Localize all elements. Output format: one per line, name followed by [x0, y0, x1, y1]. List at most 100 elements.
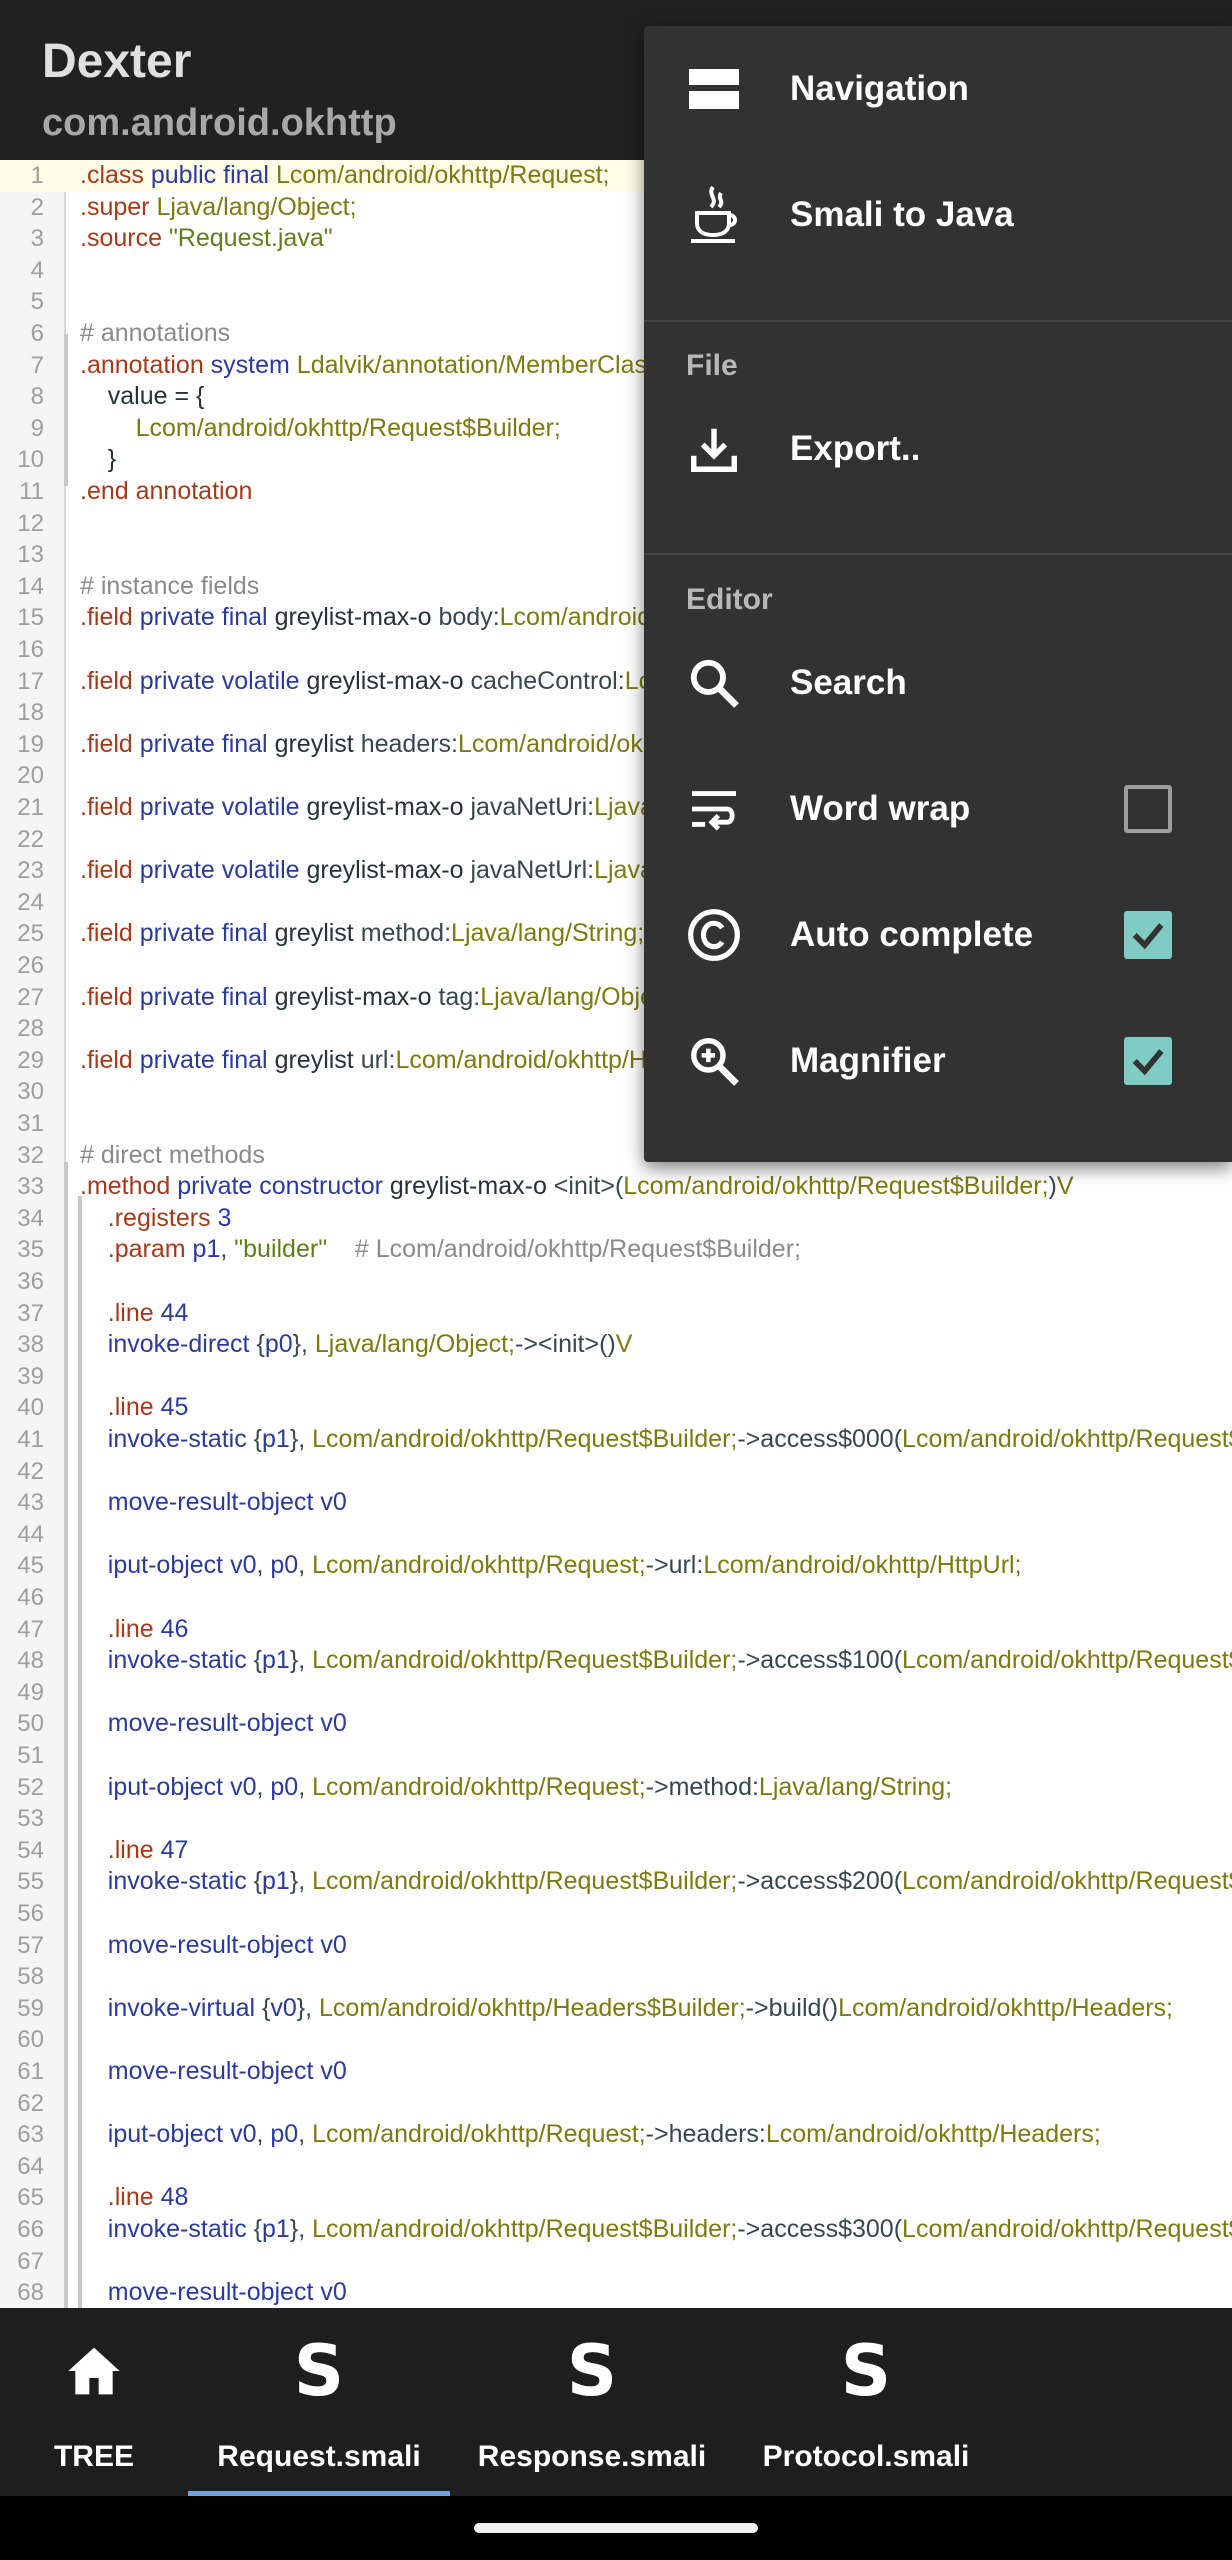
code-line[interactable]: 51 [0, 1740, 1232, 1772]
code-line[interactable]: 36 [0, 1266, 1232, 1298]
code-line[interactable]: 43 move-result-object v0 [0, 1487, 1232, 1519]
tab-tree[interactable]: TREE [0, 2308, 188, 2496]
code-line[interactable]: 54 .line 47 [0, 1835, 1232, 1867]
code-token: greylist-max-o [274, 603, 439, 632]
line-number: 15 [17, 604, 44, 632]
code-token: url: [360, 1045, 396, 1074]
code-token: Lcom/android/okhttp/Headers$Builder; [319, 1993, 746, 2022]
overflow-menu: Navigation Smali to Java File Export.. E… [644, 26, 1232, 1162]
code-line[interactable]: 34 .registers 3 [0, 1203, 1232, 1235]
code-line[interactable]: 50 move-result-object v0 [0, 1708, 1232, 1740]
menu-section-editor: Editor [686, 583, 773, 616]
download-icon [691, 428, 737, 472]
code-line[interactable]: 52 iput-object v0, p0, Lcom/android/okht… [0, 1772, 1232, 1804]
code-line[interactable]: 55 invoke-static {p1}, Lcom/android/okht… [0, 1866, 1232, 1898]
tab-request-smali[interactable]: S Request.smali [188, 2308, 450, 2496]
home-gesture-handle[interactable] [474, 2523, 758, 2533]
code-token: Lcom/android/okhttp/Request$Builder; [312, 1867, 738, 1896]
menu-item-search[interactable]: Search [644, 620, 1232, 746]
line-number: 5 [30, 288, 44, 316]
tab-label: Request.smali [217, 2440, 421, 2473]
code-token: .field [80, 919, 140, 948]
wrap-text-icon [692, 791, 736, 831]
code-line[interactable]: 62 [0, 2088, 1232, 2120]
tab-protocol-smali[interactable]: S Protocol.smali [744, 2308, 988, 2496]
code-line[interactable]: 68 move-result-object v0 [0, 2277, 1232, 2308]
code-token: v0 [270, 1993, 297, 2022]
code-line[interactable]: 41 invoke-static {p1}, Lcom/android/okht… [0, 1424, 1232, 1456]
code-token: move-result-object [80, 2057, 321, 2085]
line-number: 33 [17, 1173, 44, 1201]
menu-item-export[interactable]: Export.. [644, 386, 1232, 512]
code-token: greylist-max-o [274, 982, 439, 1011]
tab-response-smali[interactable]: S Response.smali [466, 2308, 718, 2496]
code-line[interactable]: 56 [0, 1898, 1232, 1930]
menu-item-auto-complete[interactable]: Auto complete [644, 872, 1232, 998]
code-token: 46 [160, 1614, 189, 1643]
code-line[interactable]: 60 [0, 2024, 1232, 2056]
code-line[interactable]: 47 .line 46 [0, 1614, 1232, 1646]
tab-label: Response.smali [477, 2440, 707, 2473]
code-token: # annotations [80, 319, 231, 347]
code-line[interactable]: 42 [0, 1456, 1232, 1488]
code-token: .field [80, 793, 140, 821]
code-line[interactable]: 57 move-result-object v0 [0, 1930, 1232, 1962]
code-token: .field [80, 729, 140, 758]
menu-divider [644, 553, 1232, 555]
code-line[interactable]: 66 invoke-static {p1}, Lcom/android/okht… [0, 2214, 1232, 2246]
code-line[interactable]: 61 move-result-object v0 [0, 2056, 1232, 2088]
code-token: ->url: [645, 1551, 704, 1580]
code-token: Lcom/android/okhttp/Request$Builder; [623, 1172, 1049, 1201]
code-token: .end annotation [80, 477, 253, 505]
menu-label: Auto complete [790, 915, 1034, 954]
code-token: private final [139, 919, 275, 948]
code-token: invoke-static [80, 1425, 254, 1453]
line-number: 23 [17, 857, 44, 885]
code-line[interactable]: 59 invoke-virtual {v0}, Lcom/android/okh… [0, 1993, 1232, 2025]
code-token: tag: [438, 982, 481, 1011]
code-line[interactable]: 46 [0, 1582, 1232, 1614]
auto-complete-checkbox[interactable] [1124, 911, 1172, 959]
line-number: 41 [17, 1426, 44, 1453]
code-text: .param p1, "builder" # Lcom/android/okht… [80, 1234, 801, 1266]
menu-item-smali-to-java[interactable]: Smali to Java [644, 152, 1232, 278]
code-text: iput-object v0, p0, Lcom/android/okhttp/… [80, 1550, 1022, 1582]
code-token: V [1056, 1172, 1074, 1201]
code-line[interactable]: 53 [0, 1803, 1232, 1835]
code-token: Lcom/android/okhttp/Request; [275, 161, 610, 189]
code-line[interactable]: 49 [0, 1677, 1232, 1709]
code-token: Lcom/android/okhttp/Request; [312, 2120, 646, 2149]
menu-item-magnifier[interactable]: Magnifier [644, 998, 1232, 1124]
code-line[interactable]: 33 .method private constructor greylist-m… [0, 1171, 1232, 1203]
code-line[interactable]: 37 .line 44 [0, 1298, 1232, 1330]
magnifier-checkbox[interactable] [1124, 1037, 1172, 1085]
code-line[interactable]: 38 invoke-direct {p0}, Ljava/lang/Object… [0, 1329, 1232, 1361]
code-line[interactable]: 64 [0, 2151, 1232, 2183]
code-token: Lcom/android/okhttp/Request$Builder;) [902, 1425, 1232, 1453]
code-token: p1 [262, 1867, 290, 1896]
word-wrap-checkbox[interactable] [1124, 785, 1172, 833]
code-line[interactable]: 48 invoke-static {p1}, Lcom/android/okht… [0, 1645, 1232, 1677]
code-line[interactable]: 45 iput-object v0, p0, Lcom/android/okht… [0, 1550, 1232, 1582]
code-line[interactable]: 58 [0, 1961, 1232, 1993]
code-token: private final [139, 603, 275, 632]
code-line[interactable]: 67 [0, 2246, 1232, 2278]
code-token: 45 [160, 1393, 189, 1422]
code-line[interactable]: 39 [0, 1361, 1232, 1393]
code-token: Lcom/android/okhttp/Request$Builder; [312, 1425, 738, 1453]
line-number: 60 [17, 2026, 44, 2054]
code-line[interactable]: 35 .param p1, "builder" # Lcom/android/o… [0, 1234, 1232, 1266]
code-token: { [253, 1867, 263, 1896]
code-line[interactable]: 40 .line 45 [0, 1392, 1232, 1424]
menu-item-navigation[interactable]: Navigation [644, 26, 1232, 152]
code-token: v0 [320, 1488, 347, 1517]
line-number: 35 [17, 1236, 44, 1264]
code-token: .method [80, 1172, 178, 1201]
menu-item-word-wrap[interactable]: Word wrap [644, 746, 1232, 872]
app-title: Dexter [42, 35, 192, 88]
line-number: 54 [17, 1836, 44, 1864]
code-line[interactable]: 63 iput-object v0, p0, Lcom/android/okht… [0, 2119, 1232, 2151]
code-line[interactable]: 44 [0, 1519, 1232, 1551]
code-line[interactable]: 65 .line 48 [0, 2182, 1232, 2214]
code-token: .class [80, 161, 151, 189]
